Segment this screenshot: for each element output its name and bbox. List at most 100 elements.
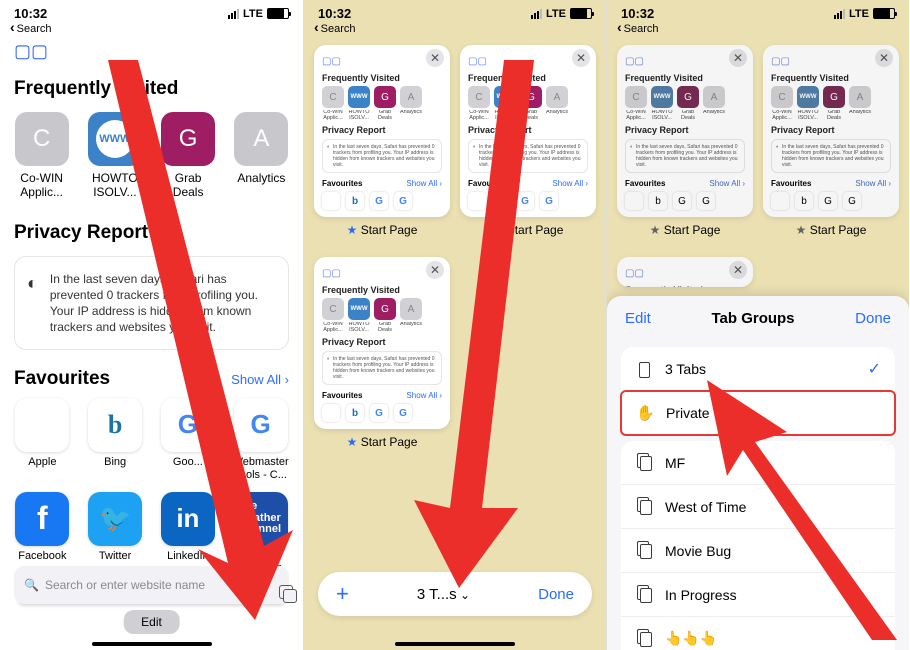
fav-item-apple[interactable]: Apple [14,398,71,481]
bookmarks-icon: ▢▢ [468,56,487,67]
privacy-report-body: In the last seven days, Safari has preve… [50,271,276,336]
tab-card[interactable]: ✕ ▢▢ Frequently Visited CCo-WIN Applic..… [314,45,450,217]
checkmark-icon: ✓ [868,359,881,379]
fv-label: HOWTO ISOLV... [87,172,142,200]
tab-group-row[interactable]: MF [621,441,895,484]
twitter-icon: 🐦 [88,492,142,546]
status-bar: 10:32 LTE [304,0,606,21]
status-network: LTE [546,8,566,20]
tab-group-row[interactable]: In Progress [621,572,895,616]
fv-tile-howto: WWW [88,112,142,166]
tab-groups-sheet: Edit Tab Groups Done 3 Tabs ✓ ✋ Private … [607,296,909,650]
favourites-heading: Favourites [14,368,110,390]
edit-button[interactable]: Edit [123,610,180,634]
search-icon: 🔍 [24,578,39,592]
tab-card-title: Start Page [314,223,450,237]
frequently-visited-row: C Co-WIN Applic... WWW HOWTO ISOLV... G Gra… [14,112,289,200]
tab-group-icon [635,585,653,604]
mini-heading: Privacy Report [322,125,442,135]
tab-group-icon [635,629,653,648]
back-to-search[interactable]: Search [0,19,303,35]
sheet-header: Edit Tab Groups Done [607,296,909,341]
tab-group-picker[interactable]: 3 T...s [417,586,470,603]
tab-group-row-3tabs[interactable]: 3 Tabs ✓ [621,347,895,391]
frequently-visited-heading: Frequently Visited [14,78,289,100]
shield-icon: ◐ [27,271,38,295]
sheet-title: Tab Groups [711,310,794,327]
fav-item-google[interactable]: GGoo... [160,398,217,481]
status-network: LTE [243,8,263,20]
tab-group-icon [635,541,653,560]
close-icon: ✕ [875,49,893,67]
tab-card-title: Start Page [314,435,450,449]
sheet-edit-button[interactable]: Edit [625,310,651,327]
close-icon[interactable]: ✕ [572,49,590,67]
close-icon[interactable]: ✕ [426,49,444,67]
status-bar: 10:32 LTE [607,0,909,21]
mini-heading: Frequently Visited [322,73,442,83]
row-label: Movie Bug [665,543,731,559]
close-icon: ✕ [729,49,747,67]
new-tab-button[interactable]: + [336,581,349,607]
back-to-search[interactable]: Search [304,19,606,35]
screen-1-start-page: 10:32 LTE Search ▢▢ Frequently Visited C… [0,0,303,650]
address-placeholder: Search or enter website name [45,578,205,592]
fv-label: Grab Deals [161,172,216,200]
fv-item[interactable]: WWW HOWTO ISOLV... [87,112,142,200]
tab-card[interactable]: ✕ ▢▢ Frequently Visited CCo-WIN Applic..… [314,257,450,429]
battery-icon [873,8,895,19]
status-bar: 10:32 LTE [0,0,303,21]
back-to-search[interactable]: Search [607,19,909,35]
fv-tile-analytics: A [234,112,288,166]
row-label: In Progress [665,587,737,603]
fv-item[interactable]: A Analytics [234,112,289,200]
signal-icon [834,9,845,19]
tab-card: ✕ ▢▢ Frequently Visited CCo-WIN Applic..… [617,45,753,217]
done-button[interactable]: Done [538,586,574,603]
tab-group-row-private[interactable]: ✋ Private [620,390,896,436]
tab-cards-grid: ✕ ▢▢ Frequently Visited CCo-WIN Applic..… [304,35,606,459]
phone-icon [635,360,653,377]
bookmarks-icon: ▢▢ [625,56,644,67]
signal-icon [531,9,542,19]
fv-tile-cowin: C [15,112,69,166]
tab-group-row[interactable]: Movie Bug [621,528,895,572]
linkedin-icon: in [161,492,215,546]
close-icon[interactable]: ✕ [426,261,444,279]
fav-item-bing[interactable]: bBing [87,398,144,481]
tab-cards-grid-dimmed: ✕ ▢▢ Frequently Visited CCo-WIN Applic..… [607,35,909,287]
privacy-report-card[interactable]: ◐ In the last seven days, Safari has pre… [14,256,289,351]
fv-label: Co-WIN Applic... [14,172,69,200]
tab-card[interactable]: ✕ ▢▢ Frequently Visited CCo-WIN Applic..… [460,45,596,217]
close-icon: ✕ [729,261,747,279]
favourites-grid: Apple bBing GGoo... GWebmaster Tools - C… [14,398,289,587]
bookmarks-icon: ▢▢ [322,268,341,279]
tab-group-row[interactable]: West of Time [621,484,895,528]
fv-item[interactable]: C Co-WIN Applic... [14,112,69,200]
show-all-link[interactable]: Show All [231,372,289,387]
tab-group-icon [635,497,653,516]
tab-card-title: Start Page [617,223,753,237]
facebook-icon: f [15,492,69,546]
screen-3-tab-groups-sheet: 10:32 LTE Search ✕ ▢▢ Frequently Visited… [606,0,909,650]
address-bar[interactable]: 🔍 Search or enter website name [14,566,289,604]
bookmarks-icon[interactable]: ▢▢ [14,35,289,72]
bookmarks-icon: ▢▢ [322,56,341,67]
signal-icon [228,9,239,19]
fv-item[interactable]: G Grab Deals [161,112,216,200]
row-label: Private [666,405,710,421]
apple-icon [15,398,69,452]
tab-card: ✕ ▢▢ Frequently Visited [617,257,753,287]
tab-card: ✕ ▢▢ Frequently Visited CCo-WIN Applic..… [763,45,899,217]
tab-group-row[interactable]: 👆👆👆 [621,616,895,650]
fav-item-webmaster[interactable]: GWebmaster Tools - C... [232,398,289,481]
tab-card-title: Start Page [460,223,596,237]
sheet-done-button[interactable]: Done [855,310,891,327]
tab-card-title: Start Page [763,223,899,237]
fv-tile-grab: G [161,112,215,166]
hand-icon: ✋ [636,404,654,422]
home-indicator [92,642,212,646]
bing-icon: b [88,398,142,452]
row-label: 👆👆👆 [665,630,717,647]
fv-label: Analytics [234,172,289,186]
